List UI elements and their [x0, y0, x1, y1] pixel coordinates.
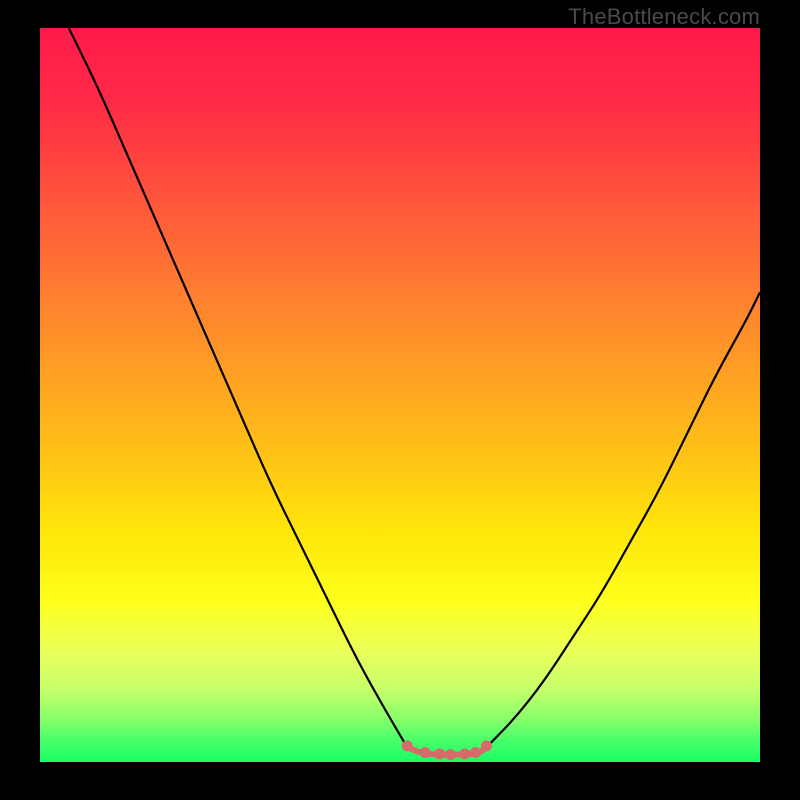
marker-dot	[402, 740, 413, 751]
marker-dot	[481, 740, 492, 751]
curve-layer	[40, 28, 760, 762]
chart-frame: TheBottleneck.com	[0, 0, 800, 800]
marker-dot	[434, 748, 445, 759]
marker-dot	[470, 747, 481, 758]
watermark-text: TheBottleneck.com	[568, 4, 760, 30]
curve-right-path	[486, 292, 760, 747]
marker-dot	[420, 747, 431, 758]
curve-left-path	[69, 28, 407, 747]
marker-dot	[445, 749, 456, 760]
marker-dot	[459, 748, 470, 759]
plot-area	[40, 28, 760, 762]
